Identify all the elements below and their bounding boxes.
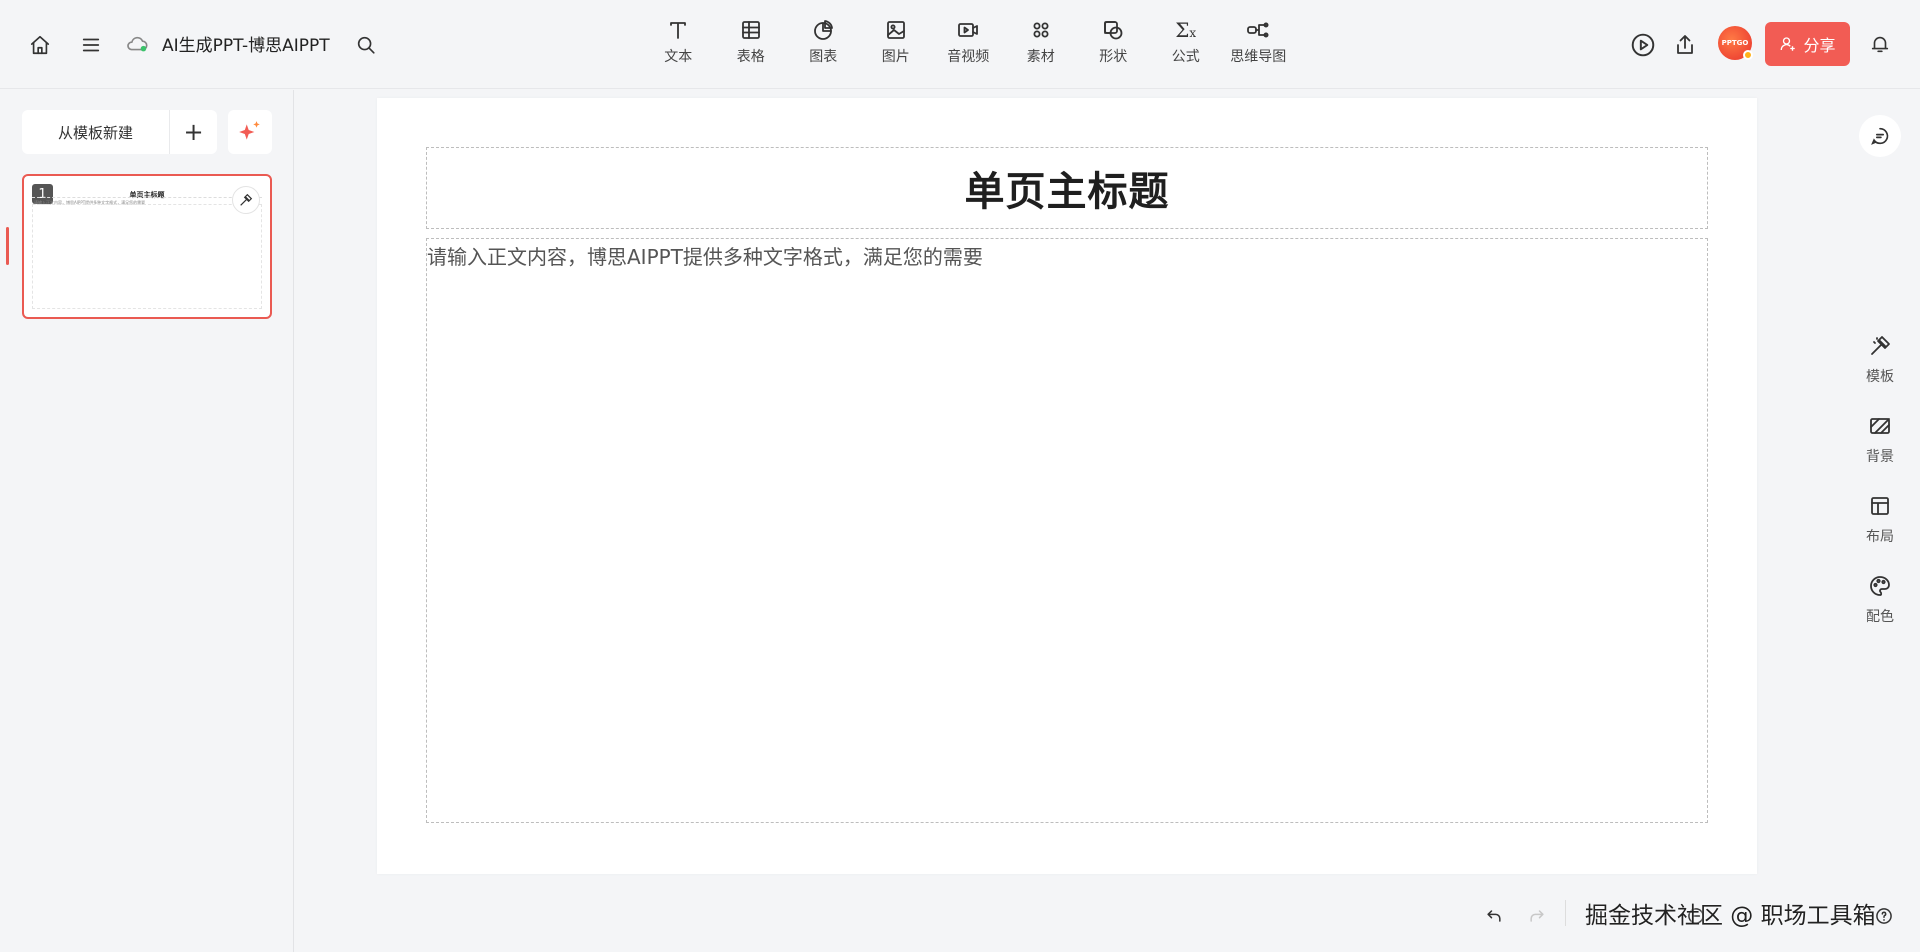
background-icon bbox=[1870, 418, 1890, 434]
avatar-badge bbox=[1743, 50, 1753, 60]
add-slide-button[interactable]: + bbox=[170, 110, 217, 154]
tool-chart[interactable]: 图表 bbox=[787, 18, 860, 70]
tool-image[interactable]: 图片 bbox=[860, 18, 933, 70]
play-icon[interactable] bbox=[1628, 30, 1658, 60]
rail-template[interactable]: 模板 bbox=[1846, 334, 1914, 386]
user-add-icon bbox=[1781, 37, 1796, 51]
bottom-separator bbox=[1565, 900, 1566, 926]
tool-shape[interactable]: 形状 bbox=[1077, 18, 1150, 70]
tool-text[interactable]: 文本 bbox=[642, 18, 715, 70]
video-icon bbox=[958, 23, 979, 37]
tool-formula[interactable]: Σx 公式 bbox=[1150, 18, 1223, 70]
tool-mindmap[interactable]: 思维导图 bbox=[1222, 18, 1295, 70]
redo-icon bbox=[1530, 910, 1544, 922]
template-icon bbox=[240, 193, 253, 206]
help-icon bbox=[1876, 908, 1892, 924]
slide-panel: 从模板新建 + 1 单页主标题 请输入正文内容，博思AIPPT提供多种文字格式，… bbox=[0, 90, 294, 952]
cloud-saved-icon bbox=[124, 32, 150, 56]
text-icon bbox=[670, 22, 687, 39]
top-toolbar: AI生成PPT-博思AIPPT 文本 表格 图表 图片 音视频 素材 形状 Σx… bbox=[0, 0, 1920, 89]
insert-toolbar: 文本 表格 图表 图片 音视频 素材 形状 Σx 公式 思维导图 bbox=[642, 18, 1295, 70]
active-slide-marker bbox=[6, 227, 9, 265]
home-icon[interactable] bbox=[26, 31, 54, 59]
tool-table[interactable]: 表格 bbox=[715, 18, 788, 70]
watermark-text: 掘金技术社区 @ 职场工具箱 bbox=[1585, 903, 1876, 929]
search-icon[interactable] bbox=[352, 31, 380, 59]
comment-icon bbox=[1871, 127, 1889, 145]
redo-button[interactable] bbox=[1525, 904, 1549, 928]
rail-background[interactable]: 背景 bbox=[1846, 414, 1914, 466]
slide-body-box[interactable]: 请输入正文内容，博思AIPPT提供多种文字格式，满足您的需要 bbox=[426, 238, 1708, 823]
table-icon bbox=[741, 21, 760, 39]
slide-canvas: 单页主标题 请输入正文内容，博思AIPPT提供多种文字格式，满足您的需要 bbox=[377, 98, 1757, 874]
formula-icon: Σx bbox=[1175, 18, 1197, 42]
layout-icon bbox=[1871, 497, 1889, 515]
new-slide-control: 从模板新建 + bbox=[22, 110, 217, 154]
image-icon bbox=[886, 21, 905, 39]
shape-icon bbox=[1104, 21, 1123, 40]
thumbnail-body-box bbox=[32, 204, 262, 309]
rail-palette[interactable]: 配色 bbox=[1846, 574, 1914, 626]
undo-button[interactable] bbox=[1482, 904, 1506, 928]
export-icon[interactable] bbox=[1670, 30, 1700, 60]
sparkle-icon bbox=[239, 121, 260, 140]
thumbnail-divider bbox=[32, 197, 262, 198]
share-label: 分享 bbox=[1803, 36, 1836, 55]
slide-body-text: 请输入正文内容，博思AIPPT提供多种文字格式，满足您的需要 bbox=[427, 245, 983, 269]
palette-icon bbox=[1870, 576, 1890, 596]
mindmap-icon bbox=[1247, 22, 1269, 38]
template-icon bbox=[1871, 336, 1890, 355]
new-from-template-button[interactable]: 从模板新建 bbox=[22, 110, 170, 154]
material-icon bbox=[1033, 22, 1049, 38]
slide-thumbnail[interactable]: 1 单页主标题 请输入正文内容，博思AIPPT提供多种文字格式，满足您的需要 bbox=[22, 174, 272, 319]
chart-icon bbox=[814, 20, 834, 40]
rail-layout[interactable]: 布局 bbox=[1846, 494, 1914, 546]
tool-video[interactable]: 音视频 bbox=[932, 18, 1005, 70]
comment-button[interactable] bbox=[1859, 115, 1901, 157]
tool-material[interactable]: 素材 bbox=[1005, 18, 1078, 70]
share-button[interactable]: 分享 bbox=[1765, 22, 1850, 66]
bell-icon[interactable] bbox=[1866, 30, 1894, 58]
document-title[interactable]: AI生成PPT-博思AIPPT bbox=[162, 31, 330, 56]
menu-icon[interactable] bbox=[77, 31, 105, 59]
thumbnail-template-button[interactable] bbox=[232, 186, 260, 214]
slide-title-box[interactable]: 单页主标题 bbox=[426, 147, 1708, 229]
undo-icon bbox=[1487, 910, 1501, 922]
ai-sparkle-button[interactable] bbox=[228, 110, 272, 154]
